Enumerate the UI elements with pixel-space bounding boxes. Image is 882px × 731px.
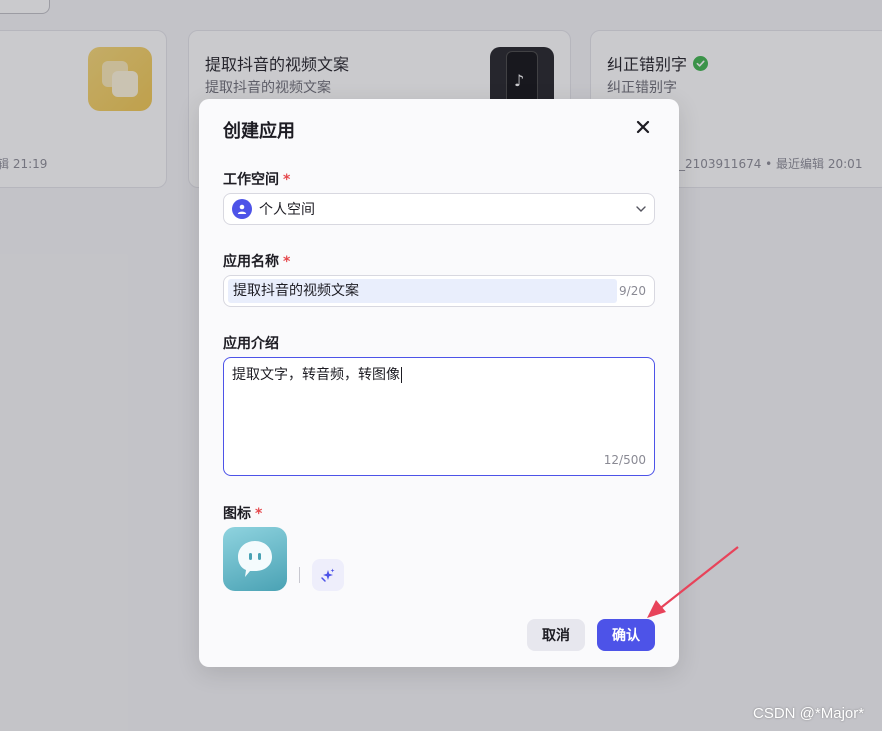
watermark: CSDN @*Major* <box>753 705 865 722</box>
annotation-arrow <box>647 546 739 618</box>
